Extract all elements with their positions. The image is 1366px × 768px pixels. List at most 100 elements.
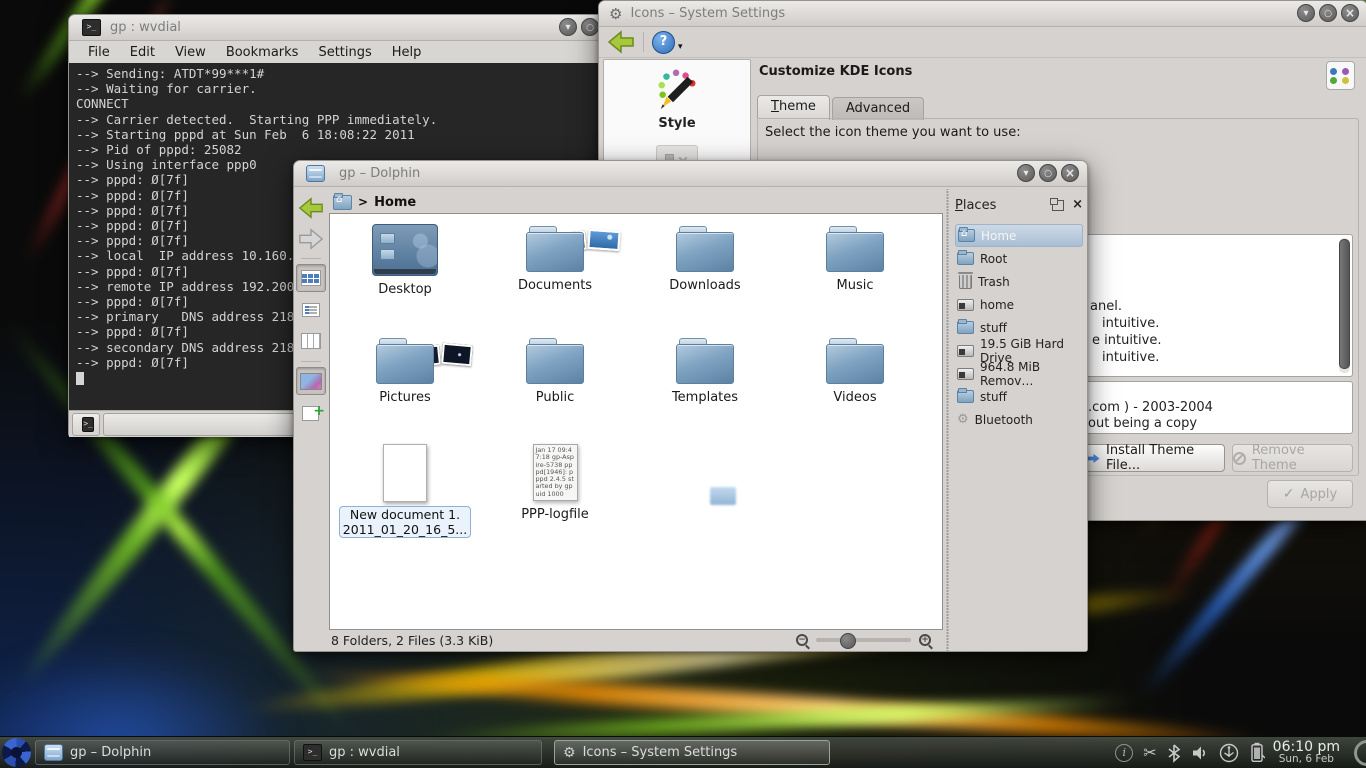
folder-label: Pictures [330, 390, 480, 405]
dot-icon [1342, 68, 1349, 75]
remove-theme-button[interactable]: Remove Theme [1232, 444, 1353, 472]
minimize-button[interactable] [559, 18, 577, 36]
desktop: >_ gp : wvdial File Edit View Bookmarks … [0, 0, 1366, 768]
float-panel-icon[interactable] [1052, 200, 1064, 211]
tab-theme[interactable]: Theme [757, 95, 830, 120]
place-item-stuff2[interactable]: stuff [955, 385, 1083, 408]
settings-tabs: Theme Advanced [757, 95, 924, 120]
task-label: gp – Dolphin [70, 745, 151, 760]
forward-arrow-icon[interactable] [298, 227, 324, 251]
folder-item[interactable]: Downloads [630, 214, 780, 326]
plasma-toolbox-icon[interactable] [1349, 734, 1366, 768]
folder-item[interactable]: Documents [480, 214, 630, 326]
back-arrow-icon[interactable] [298, 196, 324, 220]
scrollbar-thumb[interactable] [1339, 239, 1350, 369]
zoom-slider[interactable] [816, 638, 911, 642]
place-label: Home [981, 229, 1016, 243]
button-label: Install Theme File... [1106, 443, 1224, 473]
maximize-button[interactable] [581, 18, 599, 36]
details-view-button[interactable] [297, 297, 325, 323]
menu-bookmarks[interactable]: Bookmarks [217, 43, 308, 62]
settings-titlebar[interactable]: ⚙ Icons – System Settings [599, 1, 1366, 27]
terminal-line: --> Waiting for carrier. [76, 81, 622, 96]
dot-icon [1342, 77, 1349, 84]
back-arrow-icon[interactable] [607, 30, 635, 54]
konsole-menubar: File Edit View Bookmarks Settings Help [69, 41, 629, 63]
folder-item[interactable]: Public [480, 326, 630, 438]
dolphin-window: gp – Dolphin [293, 160, 1088, 652]
button-label: Remove Theme [1252, 443, 1352, 473]
close-button[interactable] [1061, 164, 1079, 182]
usb-icon[interactable] [1219, 743, 1239, 763]
clock[interactable]: 06:10 pm Sun, 6 Feb [1273, 740, 1340, 766]
zoom-in-icon[interactable]: + [919, 634, 931, 646]
file-label-line: New document 1. [343, 507, 467, 522]
folder-item[interactable]: Templates [630, 326, 780, 438]
status-text: 8 Folders, 2 Files (3.3 KiB) [331, 633, 796, 648]
apply-button[interactable]: ✓ Apply [1267, 480, 1353, 508]
columns-view-button[interactable] [297, 328, 325, 354]
help-icon[interactable]: ? [652, 31, 675, 54]
folder-icon [957, 390, 974, 403]
scrollbar[interactable] [1339, 238, 1350, 373]
place-item-home[interactable]: ⌂ Home [955, 224, 1083, 247]
tab-advanced[interactable]: Advanced [832, 97, 924, 120]
split-view-button[interactable] [297, 400, 325, 426]
file-item[interactable]: Jan 17 09:4 7:18 gp-Asp ire-5738 pp pd[1… [480, 438, 630, 568]
theme-list-text: intuitive. [1102, 316, 1159, 331]
battery-icon[interactable] [1249, 742, 1265, 763]
install-theme-button[interactable]: Install Theme File... [1085, 444, 1225, 472]
task-button-dolphin[interactable]: gp – Dolphin [35, 740, 290, 765]
close-icon[interactable]: × [1072, 199, 1083, 211]
kde-menu-icon[interactable] [2, 738, 31, 767]
place-item-trash[interactable]: Trash [955, 270, 1083, 293]
zoom-slider-handle[interactable] [840, 633, 856, 649]
folder-item[interactable]: Videos [780, 326, 930, 438]
dolphin-icon [44, 744, 63, 761]
minimize-button[interactable] [1017, 164, 1035, 182]
menu-settings[interactable]: Settings [309, 43, 380, 62]
terminal-line: CONNECT [76, 96, 622, 111]
dolphin-icon [306, 165, 325, 182]
maximize-button[interactable] [1039, 164, 1057, 182]
menu-view[interactable]: View [166, 43, 215, 62]
icons-view-button[interactable] [296, 264, 326, 292]
place-label: stuff [980, 321, 1007, 335]
konsole-titlebar[interactable]: >_ gp : wvdial [69, 15, 629, 41]
close-button[interactable] [1341, 4, 1359, 22]
file-item-selected[interactable]: New document 1. 2011_01_20_16_5... [330, 438, 480, 568]
menu-help[interactable]: Help [383, 43, 431, 62]
chevron-down-icon[interactable]: ▾ [678, 42, 683, 52]
volume-icon[interactable] [1191, 744, 1209, 762]
place-label: 964.8 MiB Remov… [980, 360, 1083, 388]
overview-button[interactable] [1326, 61, 1355, 90]
gear-icon: ⚙ [609, 5, 622, 23]
sidebar-item-style[interactable]: Style [604, 60, 750, 131]
preview-toggle-button[interactable] [296, 367, 326, 395]
terminal-icon: >_ [303, 744, 322, 761]
scissors-icon[interactable]: ✂ [1143, 743, 1156, 762]
minimize-button[interactable] [1297, 4, 1315, 22]
dolphin-titlebar[interactable]: gp – Dolphin [294, 161, 1087, 187]
menu-file[interactable]: File [79, 43, 119, 62]
breadcrumb[interactable]: ⌂ > Home [327, 189, 416, 215]
place-item-bluetooth[interactable]: ⚙ Bluetooth [955, 408, 1083, 431]
info-icon[interactable]: i [1115, 744, 1133, 762]
task-button-wvdial[interactable]: >_ gp : wvdial [294, 740, 542, 765]
new-tab-button[interactable]: >_ [72, 413, 100, 436]
folder-item[interactable]: Pictures [330, 326, 480, 438]
breadcrumb-home[interactable]: Home [374, 195, 416, 210]
menu-edit[interactable]: Edit [121, 43, 164, 62]
task-button-system-settings[interactable]: ⚙ Icons – System Settings [554, 740, 830, 765]
folder-view[interactable]: Desktop Documents Downloads Music [329, 213, 943, 630]
folder-icon [376, 338, 434, 384]
sidebar-item-label: Style [604, 116, 750, 131]
place-item-removable[interactable]: 964.8 MiB Remov… [955, 362, 1083, 385]
bluetooth-icon[interactable] [1167, 743, 1181, 763]
folder-item[interactable]: Desktop [330, 214, 480, 326]
place-item-root[interactable]: Root [955, 247, 1083, 270]
maximize-button[interactable] [1319, 4, 1337, 22]
place-item-home-drive[interactable]: home [955, 293, 1083, 316]
zoom-out-icon[interactable]: − [796, 634, 808, 646]
folder-item[interactable]: Music [780, 214, 930, 326]
